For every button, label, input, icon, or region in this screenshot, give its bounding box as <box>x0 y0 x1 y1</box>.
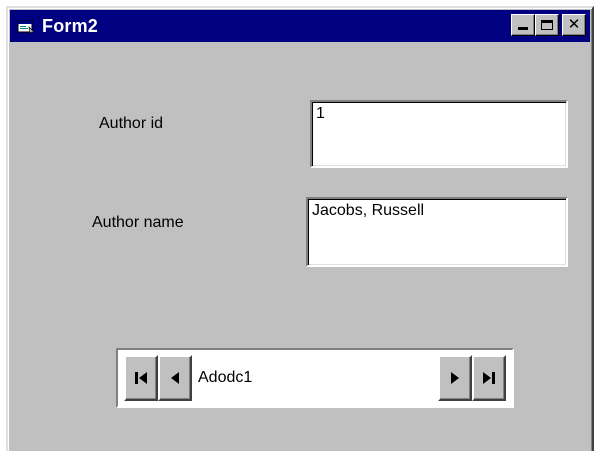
author-name-field[interactable]: Jacobs, Russell <box>306 197 568 267</box>
move-next-button[interactable] <box>438 355 472 401</box>
title-buttons: ✕ <box>511 14 586 36</box>
maximize-button[interactable] <box>535 14 559 36</box>
form-icon[interactable] <box>16 17 36 35</box>
move-previous-button[interactable] <box>158 355 192 401</box>
author-id-field[interactable]: 1 <box>310 100 568 168</box>
move-first-button[interactable] <box>124 355 158 401</box>
window-title: Form2 <box>42 15 99 36</box>
minimize-button[interactable] <box>511 14 535 36</box>
form2-window: Form2 ✕ Author id 1 Author name Jacobs, … <box>6 6 594 451</box>
move-previous-icon <box>171 372 179 384</box>
move-last-icon <box>483 372 495 384</box>
author-id-label: Author id <box>99 115 164 132</box>
close-icon: ✕ <box>567 15 581 33</box>
minimize-icon <box>518 27 528 30</box>
adodc-data-control[interactable]: Adodc1 <box>116 348 514 408</box>
author-name-label: Author name <box>92 214 184 231</box>
move-next-icon <box>451 372 459 384</box>
move-first-icon <box>135 372 147 384</box>
close-button[interactable]: ✕ <box>562 14 586 36</box>
title-bar[interactable]: Form2 ✕ <box>10 10 590 42</box>
maximize-icon <box>541 20 553 30</box>
move-last-button[interactable] <box>472 355 506 401</box>
adodc-caption: Adodc1 <box>192 355 438 401</box>
